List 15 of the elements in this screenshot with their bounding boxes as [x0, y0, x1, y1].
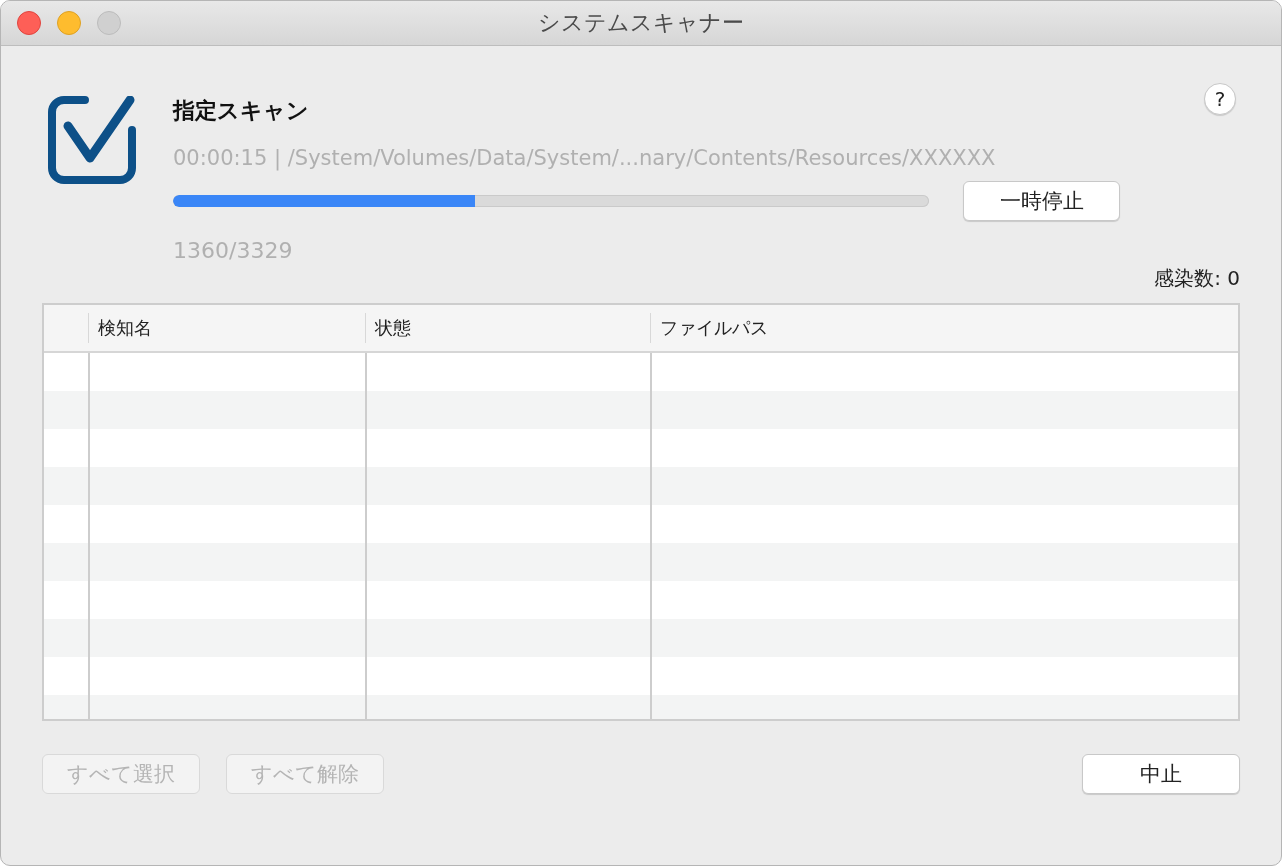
window-title: システムスキャナー — [538, 9, 744, 37]
scan-count: 1360/3329 — [173, 237, 294, 265]
help-button[interactable]: ? — [1204, 83, 1236, 115]
pause-button[interactable]: 一時停止 — [963, 181, 1120, 221]
close-button[interactable] — [17, 11, 41, 35]
column-header[interactable]: 検知名 — [98, 316, 152, 340]
infection-count: 感染数: 0 — [1154, 265, 1240, 291]
action-button[interactable]: 中止 — [1082, 754, 1240, 794]
column-header[interactable]: 状態 — [375, 316, 411, 340]
scan-status: 00:00:15 | /System/Volumes/Data/System/...nary/Contents/Resources/XXXXXX — [173, 145, 997, 172]
checkbox-tick-icon — [48, 96, 136, 184]
zoom-button[interactable] — [97, 11, 121, 35]
column-header[interactable]: ファイルパス — [660, 316, 768, 340]
minimize-button[interactable] — [57, 11, 81, 35]
scan-title: 指定スキャン — [173, 98, 310, 124]
